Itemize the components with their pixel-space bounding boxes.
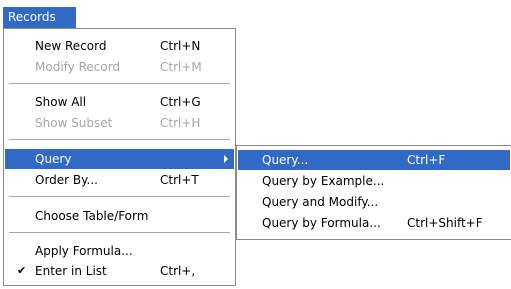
menu-item-label: New Record: [35, 39, 107, 53]
records-menu[interactable]: Records: [3, 7, 76, 28]
menu-item-shortcut: Ctrl+T: [160, 173, 199, 187]
submenu-item-shortcut: Ctrl+Shift+F: [407, 216, 483, 230]
query-submenu: Query... Ctrl+F Query by Example... Quer…: [236, 145, 511, 240]
menu-item-order-by[interactable]: Order By... Ctrl+T: [5, 170, 234, 190]
menu-item-label: Show Subset: [35, 116, 113, 130]
checkmark-icon: ✔: [17, 264, 27, 277]
menu-item-choose-table-form[interactable]: Choose Table/Form: [5, 206, 234, 226]
menu-separator: [9, 83, 230, 84]
submenu-item-query-and-modify[interactable]: Query and Modify...: [238, 192, 510, 212]
menu-item-shortcut: Ctrl+G: [160, 95, 201, 109]
menu-item-label: Enter in List: [35, 264, 107, 278]
submenu-item-label: Query and Modify...: [262, 195, 379, 209]
menu-item-label: Modify Record: [35, 60, 121, 74]
submenu-item-label: Query by Formula...: [262, 216, 381, 230]
submenu-arrow-icon: [224, 155, 228, 163]
menu-separator: [9, 196, 230, 197]
menu-item-label: Choose Table/Form: [35, 209, 149, 223]
menu-separator: [9, 139, 230, 140]
menu-item-label: Show All: [35, 95, 87, 109]
menu-item-label: Order By...: [35, 173, 98, 187]
menu-item-shortcut: Ctrl+,: [160, 264, 196, 278]
menu-item-enter-in-list[interactable]: ✔ Enter in List Ctrl+,: [5, 261, 234, 281]
menu-item-shortcut: Ctrl+H: [160, 116, 201, 130]
submenu-item-label: Query by Example...: [262, 174, 385, 188]
menu-item-apply-formula[interactable]: Apply Formula...: [5, 241, 234, 261]
submenu-item-query-by-example[interactable]: Query by Example...: [238, 171, 510, 191]
submenu-item-shortcut: Ctrl+F: [407, 153, 446, 167]
menu-item-label: Apply Formula...: [35, 244, 133, 258]
menu-item-shortcut: Ctrl+M: [160, 60, 202, 74]
menu-item-new-record[interactable]: New Record Ctrl+N: [5, 36, 234, 56]
submenu-item-query[interactable]: Query... Ctrl+F: [238, 150, 510, 170]
menu-item-modify-record[interactable]: Modify Record Ctrl+M: [5, 57, 234, 77]
menu-item-show-subset[interactable]: Show Subset Ctrl+H: [5, 113, 234, 133]
menu-item-shortcut: Ctrl+N: [160, 39, 201, 53]
menu-separator: [9, 232, 230, 233]
menu-item-query[interactable]: Query: [5, 149, 234, 169]
records-dropdown-menu: New Record Ctrl+N Modify Record Ctrl+M S…: [3, 28, 236, 286]
submenu-item-query-by-formula[interactable]: Query by Formula... Ctrl+Shift+F: [238, 213, 510, 233]
menu-item-label: Query: [35, 152, 72, 166]
menu-item-show-all[interactable]: Show All Ctrl+G: [5, 92, 234, 112]
submenu-item-label: Query...: [262, 153, 309, 167]
